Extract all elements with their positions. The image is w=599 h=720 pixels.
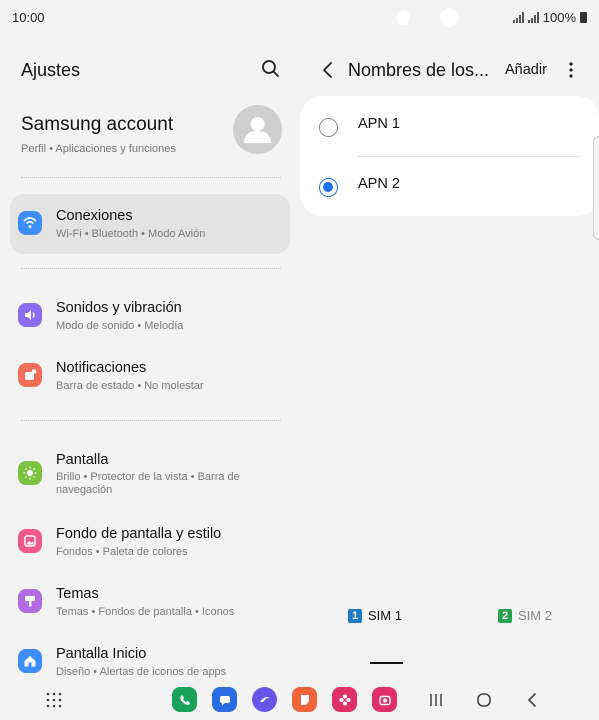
battery-icon: [580, 12, 587, 23]
menu-item-pantalla[interactable]: Pantalla Brillo • Protector de la vista …: [10, 440, 290, 504]
menu-item-fondo[interactable]: Fondo de pantalla y estilo Fondos • Pale…: [10, 514, 290, 566]
search-icon: [262, 60, 279, 77]
menu-label: Conexiones: [56, 208, 133, 224]
menu-item-conexiones[interactable]: Conexiones Wi-Fi • Bluetooth • Modo Avió…: [10, 194, 290, 254]
signal-icon: [512, 12, 524, 23]
speaker-icon: [18, 303, 42, 327]
add-button[interactable]: Añadir: [505, 62, 547, 78]
apn-list: APN 1 APN 2: [300, 96, 599, 216]
divider: [21, 268, 281, 269]
tab-sim-2[interactable]: 2 SIM 2: [498, 608, 552, 623]
settings-title: Ajustes: [21, 60, 81, 80]
signal-icon: [527, 12, 539, 23]
menu-item-temas[interactable]: Temas Temas • Fondos de pantalla • Icono…: [10, 574, 290, 626]
battery-percent: 100%: [542, 10, 576, 25]
apn-row[interactable]: APN 1: [300, 100, 599, 154]
radio-button-selected[interactable]: [319, 178, 338, 197]
account-subtitle: Perfil • Aplicaciones y funciones: [21, 143, 176, 155]
recents-icon: [430, 694, 442, 706]
menu-label: Sonidos y vibración: [56, 300, 182, 316]
menu-subtitle: Wi-Fi • Bluetooth • Modo Avión: [56, 228, 206, 240]
menu-subtitle: Brillo • Protector de la vista • Barra d…: [56, 471, 240, 496]
home-circle-icon: [477, 693, 491, 707]
apn-label: APN 2: [358, 176, 400, 192]
menu-subtitle: Diseño • Alertas de iconos de apps: [56, 666, 227, 678]
settings-pane: Ajustes Samsung account Perfil • Aplicac…: [0, 36, 300, 680]
radio-button[interactable]: [319, 118, 338, 137]
menu-label: Temas: [56, 586, 99, 602]
tab-label: SIM 2: [518, 608, 552, 623]
avatar[interactable]: [233, 105, 282, 154]
more-vertical-icon: [569, 62, 573, 78]
account-name: Samsung account: [21, 114, 174, 135]
camera-cutout: [440, 8, 459, 27]
camera-cutout: [396, 11, 410, 25]
notes-app-icon[interactable]: [292, 687, 317, 712]
menu-item-notificaciones[interactable]: Notificaciones Barra de estado • No mole…: [10, 348, 290, 400]
notification-icon: [18, 363, 42, 387]
menu-item-pantalla-inicio[interactable]: Pantalla Inicio Diseño • Alertas de icon…: [10, 634, 290, 680]
home-button[interactable]: [474, 690, 494, 710]
navigation-bar: [0, 680, 599, 720]
sun-icon: [18, 461, 42, 485]
sim2-badge-icon: 2: [498, 608, 512, 623]
apn-row[interactable]: APN 2: [300, 160, 599, 214]
sim1-badge-icon: 1: [348, 608, 362, 623]
brush-icon: [18, 589, 42, 613]
menu-label: Notificaciones: [56, 360, 147, 376]
page-title: Nombres de los...: [348, 60, 490, 80]
divider: [358, 156, 580, 157]
more-options-button[interactable]: [564, 60, 578, 80]
divider: [21, 177, 281, 178]
back-button[interactable]: [318, 58, 338, 82]
wifi-icon: [18, 211, 42, 235]
menu-subtitle: Fondos • Paleta de colores: [56, 546, 188, 558]
messages-app-icon[interactable]: [212, 687, 237, 712]
grid-icon: [46, 692, 62, 708]
home-icon: [18, 649, 42, 673]
status-time: 10:00: [12, 10, 45, 25]
status-bar: 10:00 100%: [0, 0, 599, 36]
phone-app-icon[interactable]: [172, 687, 197, 712]
menu-label: Pantalla Inicio: [56, 646, 147, 662]
menu-item-sonidos[interactable]: Sonidos y vibración Modo de sonido • Mel…: [10, 288, 290, 340]
menu-subtitle: Modo de sonido • Melodía: [56, 320, 184, 332]
samsung-account[interactable]: Samsung account Perfil • Aplicaciones y …: [0, 102, 300, 162]
edge-panel-handle[interactable]: [593, 136, 599, 240]
tab-label: SIM 1: [368, 608, 402, 623]
app-drawer-button[interactable]: [44, 690, 64, 710]
gallery-app-icon[interactable]: [332, 687, 357, 712]
status-indicators: 100%: [512, 10, 587, 25]
apn-pane: Nombres de los... Añadir APN 1 APN 2: [300, 36, 599, 680]
back-nav-button[interactable]: [522, 690, 542, 710]
menu-subtitle: Temas • Fondos de pantalla • Iconos: [56, 606, 235, 618]
active-tab-indicator: [370, 662, 403, 664]
person-icon: [244, 117, 271, 143]
divider: [21, 420, 281, 421]
tab-sim-1[interactable]: 1 SIM 1: [348, 608, 402, 623]
chevron-left-icon: [323, 62, 332, 78]
camera-app-icon[interactable]: [372, 687, 397, 712]
internet-app-icon[interactable]: [252, 687, 277, 712]
image-icon: [18, 529, 42, 553]
search-button[interactable]: [258, 56, 284, 82]
back-icon: [527, 693, 536, 707]
recents-button[interactable]: [426, 690, 446, 710]
menu-label: Fondo de pantalla y estilo: [56, 526, 222, 542]
menu-subtitle: Barra de estado • No molestar: [56, 380, 204, 392]
apn-label: APN 1: [358, 116, 400, 132]
menu-label: Pantalla: [56, 452, 109, 468]
